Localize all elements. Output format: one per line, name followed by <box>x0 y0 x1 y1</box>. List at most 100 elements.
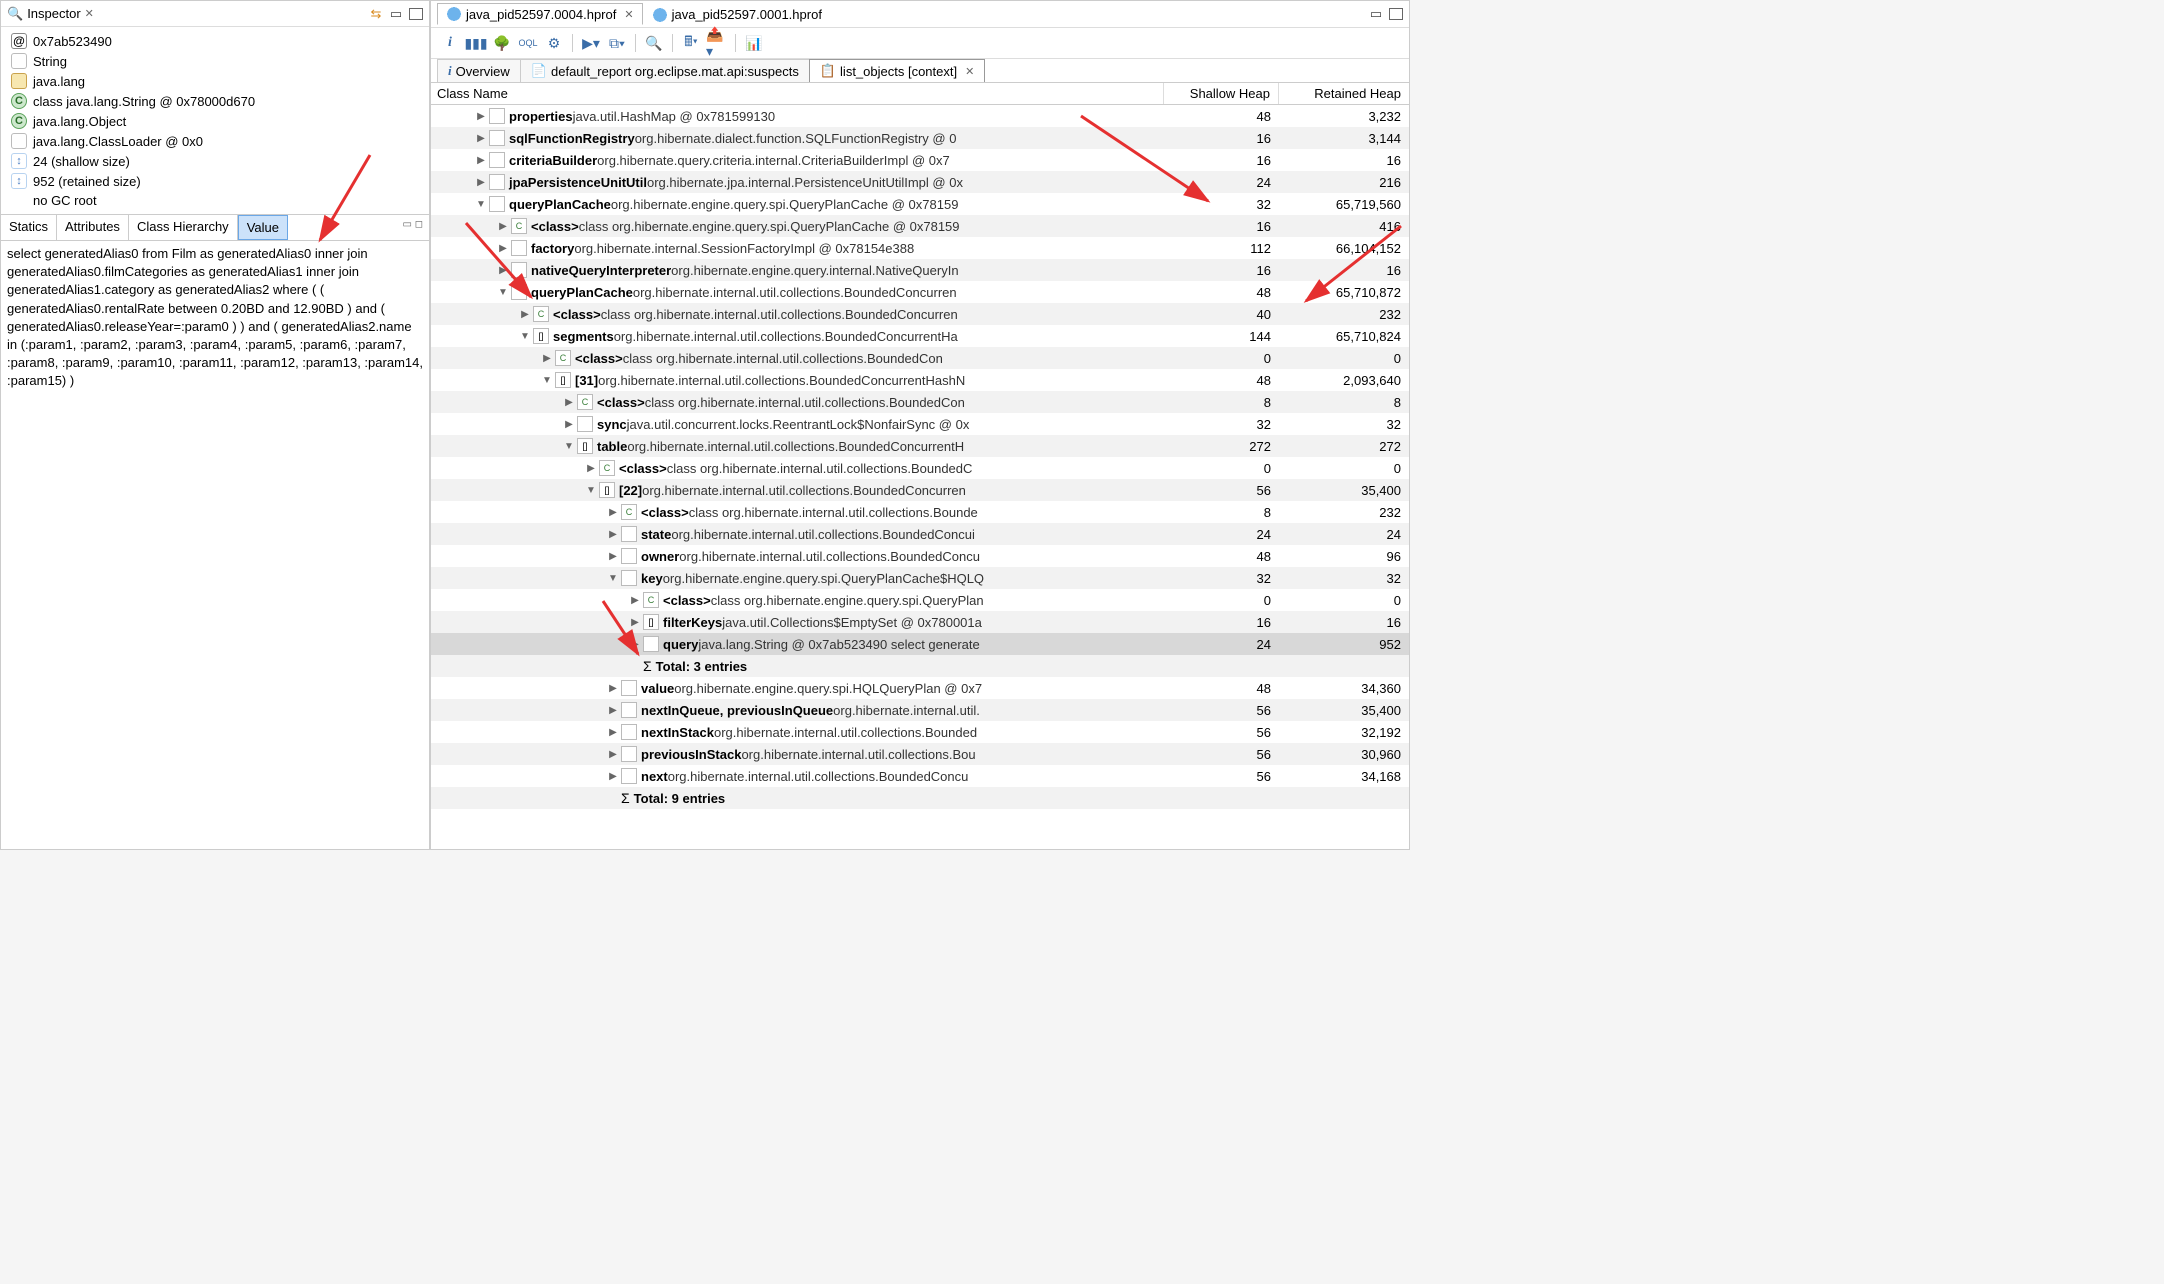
expander-icon[interactable]: ▶ <box>607 771 619 782</box>
tree-row[interactable]: ▶query java.lang.String @ 0x7ab523490 se… <box>431 633 1409 655</box>
expander-icon[interactable]: ▶ <box>497 243 509 254</box>
expander-icon[interactable]: ▼ <box>519 331 531 342</box>
tab-statics[interactable]: Statics <box>1 215 57 240</box>
expander-icon[interactable]: ▼ <box>585 485 597 496</box>
tab-attributes[interactable]: Attributes <box>57 215 129 240</box>
editor-tab-1[interactable]: java_pid52597.0001.hprof <box>643 4 831 25</box>
expander-icon[interactable]: ▶ <box>563 419 575 430</box>
subtab-default-report[interactable]: 📄 default_report org.eclipse.mat.api:sus… <box>520 59 810 82</box>
tree-row[interactable]: ▶properties java.util.HashMap @ 0x781599… <box>431 105 1409 127</box>
expander-icon[interactable]: ▶ <box>629 595 641 606</box>
expander-icon[interactable]: ▼ <box>497 287 509 298</box>
expander-icon[interactable]: ▶ <box>607 551 619 562</box>
expander-icon[interactable]: ▶ <box>563 397 575 408</box>
inspector-item[interactable]: java.lang <box>1 71 429 91</box>
search-icon[interactable]: 🔍 <box>643 32 665 54</box>
tree-row[interactable]: ▼[]segments org.hibernate.internal.util.… <box>431 325 1409 347</box>
expander-icon[interactable]: ▶ <box>475 177 487 188</box>
expander-icon[interactable]: ▶ <box>607 529 619 540</box>
tree-row[interactable]: ▶factory org.hibernate.internal.SessionF… <box>431 237 1409 259</box>
inspector-item[interactable]: @0x7ab523490 <box>1 31 429 51</box>
inspector-item[interactable]: ↕952 (retained size) <box>1 171 429 191</box>
tree-icon[interactable]: 🌳 <box>491 32 513 54</box>
expander-icon[interactable]: ▶ <box>607 683 619 694</box>
tree-row[interactable]: ▼[][31] org.hibernate.internal.util.coll… <box>431 369 1409 391</box>
minimize-icon[interactable]: ▭ ◻ <box>396 215 429 240</box>
maximize-icon[interactable] <box>1389 8 1403 20</box>
expander-icon[interactable]: ▶ <box>475 111 487 122</box>
inspector-item[interactable]: ↕24 (shallow size) <box>1 151 429 171</box>
close-icon[interactable]: ✕ <box>624 8 633 21</box>
tree-row[interactable]: ▶sqlFunctionRegistry org.hibernate.diale… <box>431 127 1409 149</box>
tree-row[interactable]: ▶state org.hibernate.internal.util.colle… <box>431 523 1409 545</box>
tree-row[interactable]: ▶C<class> class org.hibernate.internal.u… <box>431 303 1409 325</box>
expander-icon[interactable]: ▶ <box>607 507 619 518</box>
inspector-item[interactable]: String <box>1 51 429 71</box>
tree-row[interactable]: ▶nextInQueue, previousInQueue org.hibern… <box>431 699 1409 721</box>
calc-icon[interactable]: 🖩▾ <box>680 32 702 54</box>
tree-row[interactable]: ΣTotal: 9 entries <box>431 787 1409 809</box>
chart-icon[interactable]: 📊 <box>743 32 765 54</box>
expander-icon[interactable]: ▶ <box>629 617 641 628</box>
tree-row[interactable]: ▶nextInStack org.hibernate.internal.util… <box>431 721 1409 743</box>
query-icon[interactable]: ⧉▾ <box>606 32 628 54</box>
tree-row[interactable]: ▶previousInStack org.hibernate.internal.… <box>431 743 1409 765</box>
export-icon[interactable]: 📤▾ <box>706 32 728 54</box>
tree-row[interactable]: ▼queryPlanCache org.hibernate.internal.u… <box>431 281 1409 303</box>
expander-icon[interactable]: ▶ <box>607 749 619 760</box>
tree-row[interactable]: ▶sync java.util.concurrent.locks.Reentra… <box>431 413 1409 435</box>
thread-icon[interactable]: ⚙ <box>543 32 565 54</box>
tree-row[interactable]: ▶C<class> class org.hibernate.internal.u… <box>431 391 1409 413</box>
tab-value[interactable]: Value <box>238 215 288 240</box>
tree-row[interactable]: ▶C<class> class org.hibernate.internal.u… <box>431 347 1409 369</box>
expander-icon[interactable]: ▶ <box>607 727 619 738</box>
tree-row[interactable]: ▶C<class> class org.hibernate.internal.u… <box>431 457 1409 479</box>
subtab-list-objects[interactable]: 📋 list_objects [context] ✕ <box>809 59 985 82</box>
maximize-icon[interactable] <box>409 8 423 20</box>
tree-row[interactable]: ΣTotal: 3 entries <box>431 655 1409 677</box>
col-shallow-heap[interactable]: Shallow Heap <box>1164 83 1279 104</box>
expander-icon[interactable]: ▶ <box>585 463 597 474</box>
tree-row[interactable]: ▶[]filterKeys java.util.Collections$Empt… <box>431 611 1409 633</box>
tree-row[interactable]: ▼[]table org.hibernate.internal.util.col… <box>431 435 1409 457</box>
minimize-icon[interactable]: ▭ <box>387 5 405 23</box>
tree-row[interactable]: ▶nativeQueryInterpreter org.hibernate.en… <box>431 259 1409 281</box>
tree-row[interactable]: ▶C<class> class org.hibernate.engine.que… <box>431 589 1409 611</box>
tree-row[interactable]: ▶value org.hibernate.engine.query.spi.HQ… <box>431 677 1409 699</box>
tree-row[interactable]: ▼[][22] org.hibernate.internal.util.coll… <box>431 479 1409 501</box>
expander-icon[interactable]: ▼ <box>541 375 553 386</box>
close-icon[interactable]: ✕ <box>965 65 974 78</box>
run-icon[interactable]: ▶▾ <box>580 32 602 54</box>
expander-icon[interactable]: ▶ <box>497 221 509 232</box>
subtab-overview[interactable]: i Overview <box>437 59 521 82</box>
inspector-item[interactable]: no GC root <box>1 191 429 210</box>
expander-icon[interactable]: ▶ <box>519 309 531 320</box>
tree-row[interactable]: ▶C<class> class org.hibernate.internal.u… <box>431 501 1409 523</box>
tree-row[interactable]: ▶next org.hibernate.internal.util.collec… <box>431 765 1409 787</box>
info-icon[interactable]: i <box>439 32 461 54</box>
tree-row[interactable]: ▶criteriaBuilder org.hibernate.query.cri… <box>431 149 1409 171</box>
expander-icon[interactable]: ▼ <box>563 441 575 452</box>
close-icon[interactable]: ✕ <box>85 7 94 20</box>
expander-icon[interactable]: ▶ <box>497 265 509 276</box>
minimize-icon[interactable]: ▭ <box>1367 5 1385 23</box>
editor-tab-0[interactable]: java_pid52597.0004.hprof ✕ <box>437 3 643 25</box>
col-retained-heap[interactable]: Retained Heap <box>1279 83 1409 104</box>
expander-icon[interactable]: ▶ <box>475 133 487 144</box>
link-icon[interactable]: ⇆ <box>367 5 385 23</box>
expander-icon[interactable]: ▶ <box>475 155 487 166</box>
tree-row[interactable]: ▼queryPlanCache org.hibernate.engine.que… <box>431 193 1409 215</box>
histogram-icon[interactable]: ▮▮▮ <box>465 32 487 54</box>
tab-class-hierarchy[interactable]: Class Hierarchy <box>129 215 238 240</box>
expander-icon[interactable]: ▼ <box>475 199 487 210</box>
tree-row[interactable]: ▶owner org.hibernate.internal.util.colle… <box>431 545 1409 567</box>
inspector-item[interactable]: Cclass java.lang.String @ 0x78000d670 <box>1 91 429 111</box>
tree-row[interactable]: ▶jpaPersistenceUnitUtil org.hibernate.jp… <box>431 171 1409 193</box>
object-tree[interactable]: ▶properties java.util.HashMap @ 0x781599… <box>431 105 1409 849</box>
expander-icon[interactable]: ▶ <box>607 705 619 716</box>
expander-icon[interactable]: ▼ <box>607 573 619 584</box>
expander-icon[interactable]: ▶ <box>541 353 553 364</box>
oql-icon[interactable]: OQL <box>517 32 539 54</box>
col-class-name[interactable]: Class Name <box>431 83 1164 104</box>
expander-icon[interactable]: ▶ <box>629 639 641 650</box>
